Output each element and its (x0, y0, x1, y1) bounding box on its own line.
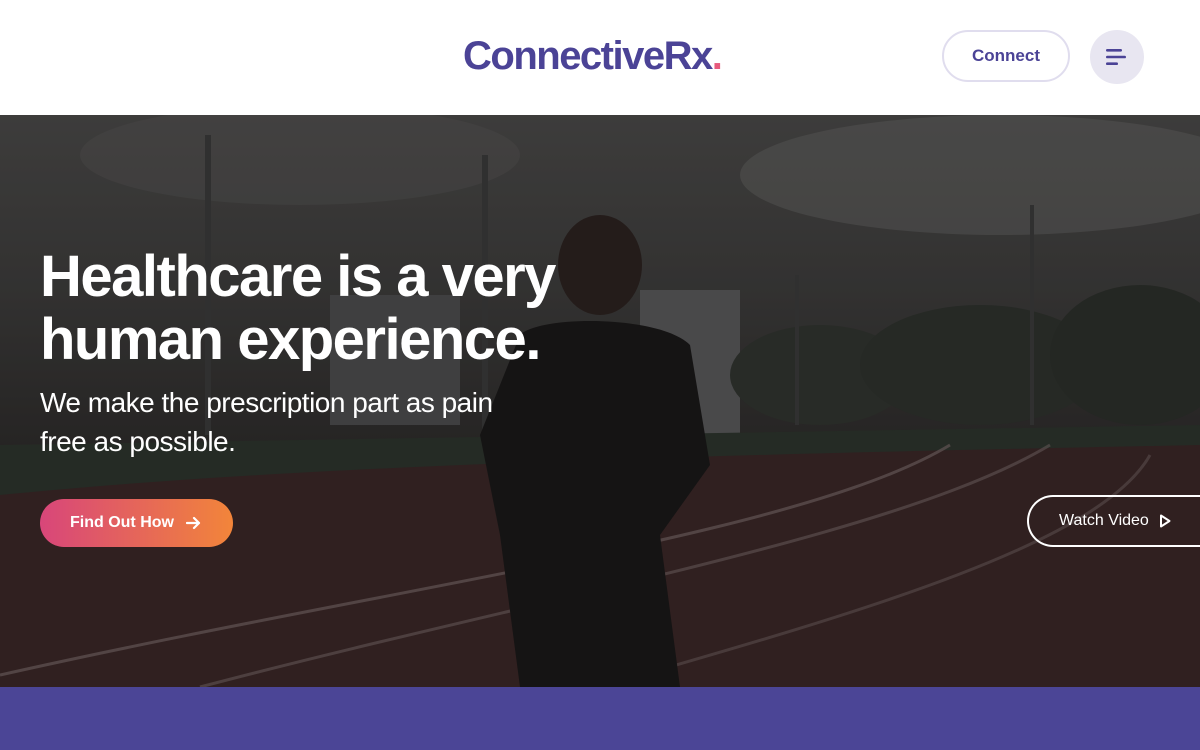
find-out-how-button[interactable]: Find Out How (40, 499, 233, 547)
logo-text: ConnectiveRx (463, 34, 713, 78)
connect-button[interactable]: Connect (942, 30, 1070, 82)
watch-video-button[interactable]: Watch Video (1027, 495, 1200, 547)
logo-dot: . (711, 34, 723, 78)
connectiverx-logo[interactable]: ConnectiveRx. (463, 33, 723, 79)
play-icon (1159, 514, 1171, 528)
hamburger-menu-icon (1106, 49, 1126, 65)
purple-section-band (0, 687, 1200, 750)
menu-button[interactable] (1090, 30, 1144, 84)
connect-button-label: Connect (972, 46, 1040, 65)
hero-headline: Healthcare is a very human experience. (40, 244, 556, 372)
hero-subheadline: We make the prescription part as pain fr… (40, 387, 493, 457)
arrow-right-icon (185, 516, 201, 530)
hero-section: Healthcare is a very human experience. W… (0, 115, 1200, 687)
watch-video-label: Watch Video (1059, 512, 1149, 529)
site-header: ConnectiveRx. Connect (0, 0, 1200, 115)
find-out-how-label: Find Out How (70, 514, 174, 531)
